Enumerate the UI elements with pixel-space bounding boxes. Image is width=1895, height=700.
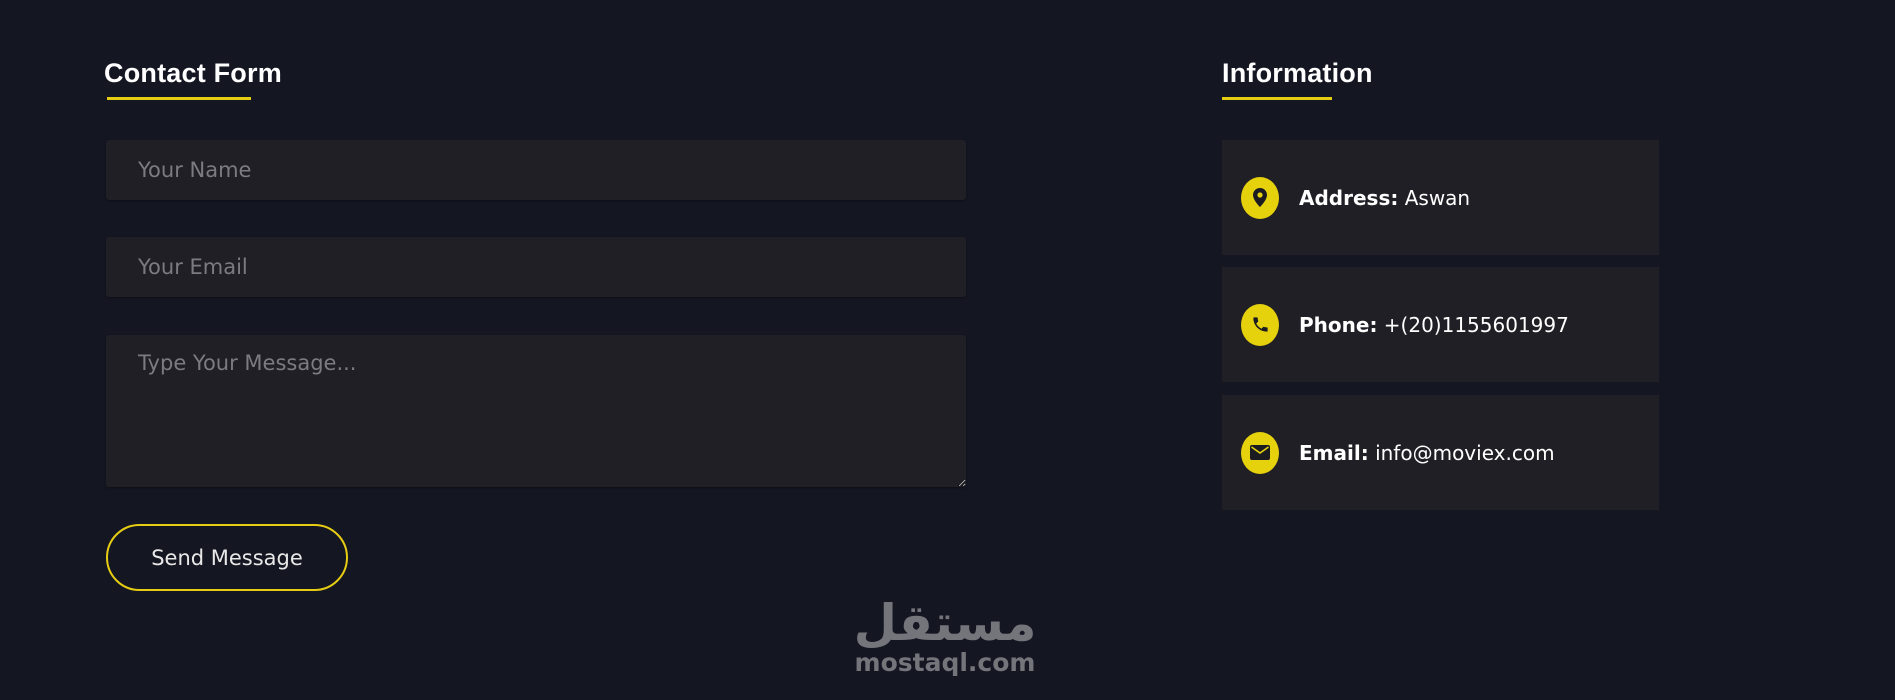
address-value: Aswan	[1404, 185, 1471, 210]
name-input[interactable]	[106, 140, 966, 200]
phone-icon	[1241, 303, 1279, 346]
phone-card: Phone: +(20)1155601997	[1222, 267, 1659, 382]
map-marker-icon	[1241, 176, 1279, 219]
envelope-icon	[1241, 431, 1279, 474]
email-text: Email: info@moviex.com	[1299, 441, 1555, 465]
information-title-underline	[1222, 97, 1332, 100]
contact-form-title-underline	[107, 97, 251, 100]
phone-label: Phone:	[1299, 312, 1378, 337]
email-input[interactable]	[106, 237, 966, 297]
email-card: Email: info@moviex.com	[1222, 395, 1659, 510]
information-title: Information	[1222, 58, 1373, 88]
address-label: Address:	[1299, 185, 1399, 210]
mostaql-watermark: مستقل mostaql.com	[850, 598, 1040, 675]
watermark-latin-text: mostaql.com	[854, 648, 1036, 677]
phone-value[interactable]: +(20)1155601997	[1384, 313, 1569, 337]
address-text: Address: Aswan	[1299, 186, 1470, 210]
phone-text: Phone: +(20)1155601997	[1299, 313, 1569, 337]
address-card: Address: Aswan	[1222, 140, 1659, 255]
email-label: Email:	[1299, 440, 1369, 465]
message-textarea[interactable]	[106, 335, 966, 487]
watermark-arabic-text: مستقل	[853, 594, 1037, 652]
contact-page: Contact Form Send Message Information Ad…	[0, 0, 1895, 700]
email-value[interactable]: info@moviex.com	[1375, 441, 1554, 465]
send-message-button[interactable]: Send Message	[106, 524, 348, 591]
contact-form-title: Contact Form	[104, 58, 282, 88]
